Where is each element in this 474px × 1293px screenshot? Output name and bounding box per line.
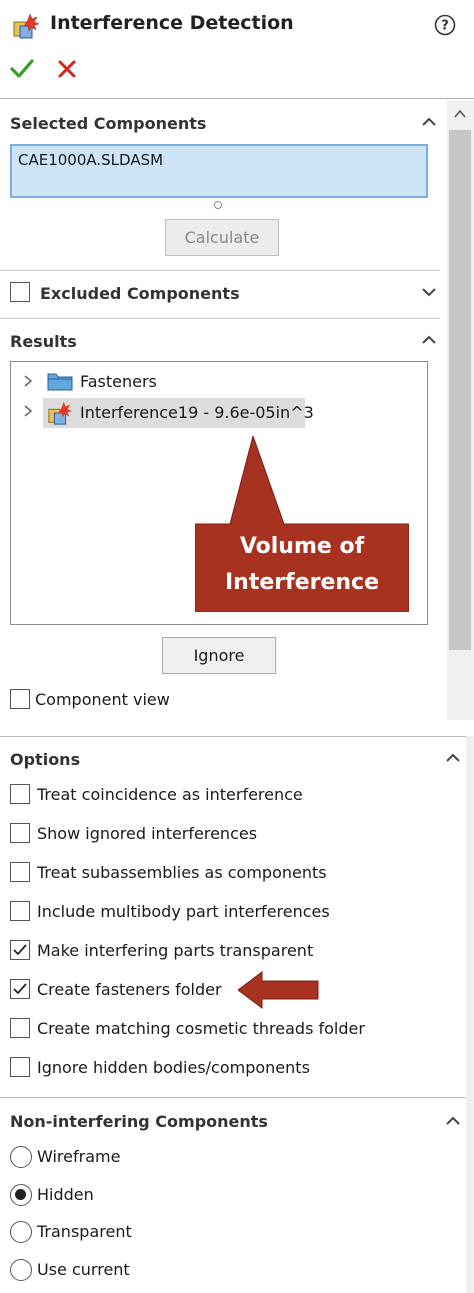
lower-scrollbar-track[interactable] [466, 736, 474, 1293]
excluded-components-header: Excluded Components [40, 284, 240, 303]
option-label: Treat subassemblies as components [37, 863, 327, 882]
option-label: Create fasteners folder [37, 980, 222, 999]
option-label: Create matching cosmetic threads folder [37, 1019, 365, 1038]
x-icon [58, 60, 76, 78]
excluded-components-checkbox[interactable] [10, 282, 30, 302]
selected-components-list[interactable]: CAE1000A.SLDASM [10, 144, 428, 198]
expand-arrow-icon[interactable] [21, 373, 35, 389]
collapse-chevron-up-icon[interactable] [442, 747, 464, 769]
callout-text-line2: Interference [224, 570, 380, 595]
collapse-chevron-up-icon[interactable] [418, 111, 440, 133]
section-divider [0, 1097, 466, 1098]
option-label: Treat coincidence as interference [37, 785, 303, 804]
panel-title: Interference Detection [50, 12, 294, 34]
folder-icon [47, 370, 73, 392]
collapse-chevron-up-icon[interactable] [442, 1110, 464, 1132]
option-checkbox[interactable] [10, 784, 30, 804]
radio-option[interactable] [10, 1146, 32, 1168]
checkmark-icon [10, 59, 34, 78]
resize-handle-icon[interactable] [214, 201, 222, 209]
option-checkbox[interactable] [10, 1018, 30, 1038]
checkmark-icon [13, 983, 27, 995]
ignore-label: Ignore [193, 646, 245, 665]
ok-button[interactable] [10, 58, 34, 80]
option-checkbox[interactable] [10, 862, 30, 882]
component-view-checkbox[interactable] [10, 689, 30, 709]
expand-arrow-icon[interactable] [21, 403, 35, 419]
interference-icon [47, 400, 73, 426]
option-checkbox[interactable] [10, 901, 30, 921]
section-divider [0, 318, 440, 319]
non-interfering-header: Non-interfering Components [10, 1112, 268, 1131]
section-divider [0, 270, 440, 271]
expand-chevron-down-icon[interactable] [418, 281, 440, 303]
tree-item-fasteners[interactable]: Fasteners [80, 372, 157, 391]
results-header: Results [10, 332, 77, 351]
scrollbar-thumb[interactable] [449, 130, 471, 650]
volume-callout: Volume of Interference [195, 436, 409, 612]
radio-option[interactable] [10, 1259, 32, 1281]
cancel-button[interactable] [56, 58, 78, 80]
panel-gap [0, 720, 474, 736]
selected-components-header: Selected Components [10, 114, 207, 133]
tree-item-interference[interactable]: Interference19 - 9.6e-05in^3 [80, 403, 314, 422]
option-label: Ignore hidden bodies/components [37, 1058, 310, 1077]
radio-label: Hidden [37, 1185, 94, 1204]
radio-option[interactable] [10, 1184, 32, 1206]
component-view-label: Component view [35, 690, 170, 709]
radio-dot [15, 1189, 26, 1200]
options-header: Options [10, 750, 81, 769]
calculate-button[interactable]: Calculate [165, 219, 279, 256]
callout-text-line1: Volume of [239, 534, 365, 559]
scroll-up-arrow-icon[interactable] [452, 106, 468, 122]
option-label: Show ignored interferences [37, 824, 258, 843]
radio-label: Use current [37, 1260, 130, 1279]
svg-text:?: ? [441, 19, 449, 34]
collapse-chevron-up-icon[interactable] [418, 329, 440, 351]
calculate-label: Calculate [184, 228, 260, 247]
option-checkbox[interactable] [10, 823, 30, 843]
pointer-arrow-icon [237, 970, 320, 1010]
radio-label: Transparent [37, 1222, 132, 1241]
header-divider [0, 98, 474, 99]
section-divider [0, 736, 466, 737]
selected-component-item[interactable]: CAE1000A.SLDASM [18, 151, 163, 169]
option-checkbox[interactable] [10, 1057, 30, 1077]
interference-detection-icon [12, 12, 40, 40]
option-checkbox[interactable] [10, 940, 30, 960]
option-label: Include multibody part interferences [37, 902, 330, 921]
checkmark-icon [13, 944, 27, 956]
radio-label: Wireframe [37, 1147, 121, 1166]
radio-option[interactable] [10, 1221, 32, 1243]
option-checkbox[interactable] [10, 979, 30, 999]
option-label: Make interfering parts transparent [37, 941, 314, 960]
help-circle-icon[interactable]: ? [434, 14, 456, 36]
ignore-button[interactable]: Ignore [162, 637, 276, 674]
